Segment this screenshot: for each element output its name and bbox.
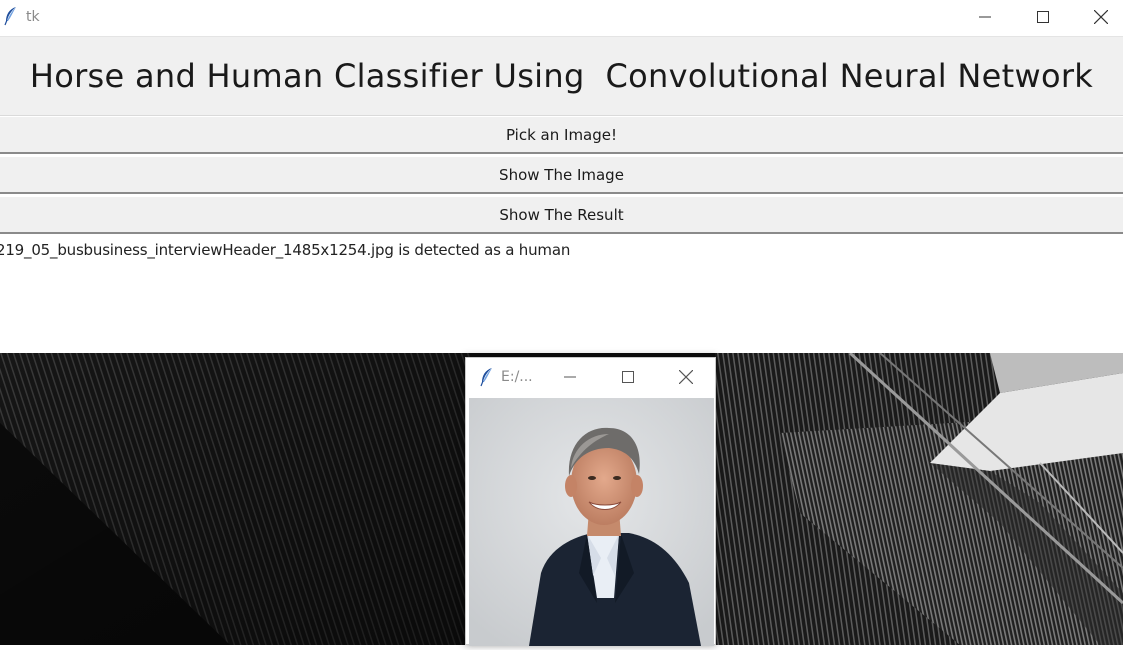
result-area: 219_05_busbusiness_interviewHeader_1485x… bbox=[0, 236, 1123, 353]
window-title: tk bbox=[26, 9, 40, 25]
popup-title: E:/... bbox=[501, 369, 533, 385]
show-result-button[interactable]: Show The Result bbox=[0, 196, 1123, 234]
maximize-icon bbox=[1037, 11, 1049, 23]
image-preview-window[interactable]: E:/... bbox=[465, 357, 716, 646]
pick-image-button[interactable]: Pick an Image! bbox=[0, 116, 1123, 154]
popup-maximize-button[interactable] bbox=[608, 358, 648, 396]
close-icon bbox=[679, 370, 693, 384]
minimize-button[interactable] bbox=[956, 0, 1014, 34]
popup-close-button[interactable] bbox=[666, 358, 706, 396]
feather-icon bbox=[4, 6, 18, 30]
close-button[interactable] bbox=[1072, 0, 1123, 34]
popup-minimize-button[interactable] bbox=[550, 358, 590, 396]
result-label: 219_05_busbusiness_interviewHeader_1485x… bbox=[0, 241, 571, 259]
page-title: Horse and Human Classifier Using Convolu… bbox=[29, 57, 1094, 95]
minimize-icon bbox=[564, 376, 576, 378]
show-image-button[interactable]: Show The Image bbox=[0, 156, 1123, 194]
header: Horse and Human Classifier Using Convolu… bbox=[0, 37, 1123, 116]
person-photo bbox=[469, 398, 714, 646]
maximize-button[interactable] bbox=[1014, 0, 1072, 34]
maximize-icon bbox=[622, 371, 634, 383]
minimize-icon bbox=[979, 16, 991, 18]
title-bar: tk bbox=[0, 0, 1123, 37]
feather-icon bbox=[480, 367, 494, 391]
popup-title-bar[interactable]: E:/... bbox=[466, 358, 715, 396]
close-icon bbox=[1094, 10, 1108, 24]
